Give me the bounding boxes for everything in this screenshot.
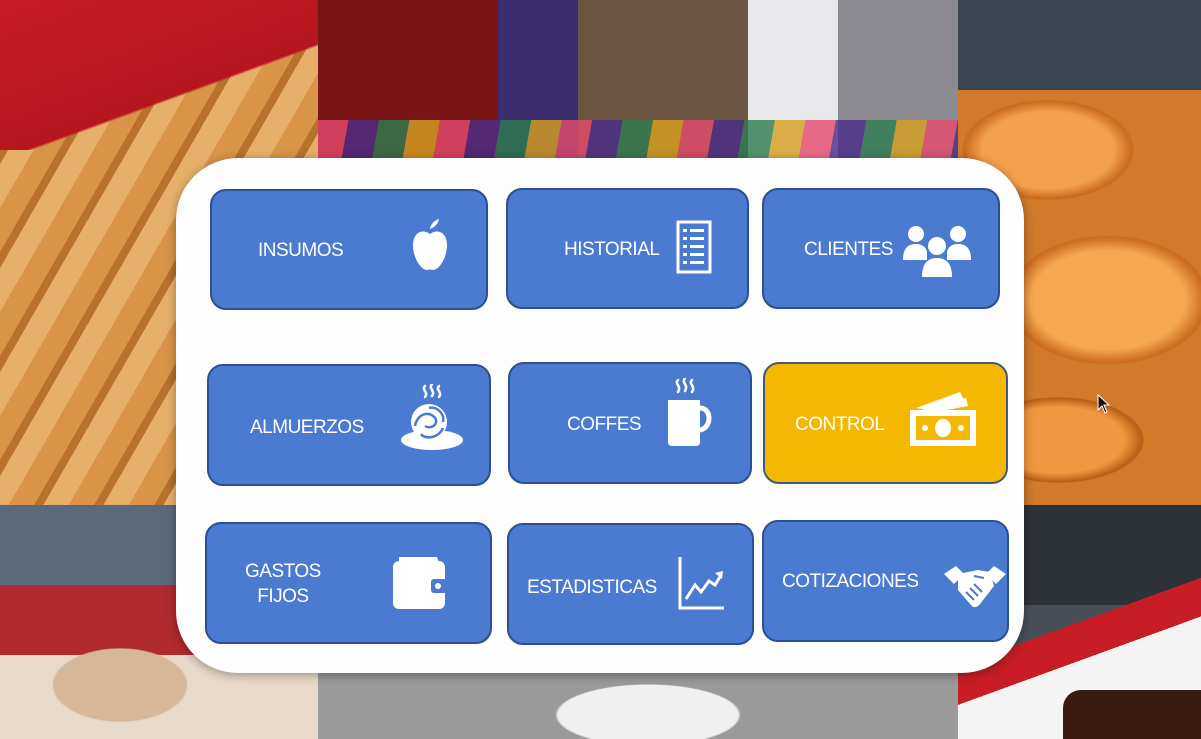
mouse-cursor-icon xyxy=(1097,393,1111,419)
insumos-label: INSUMOS xyxy=(258,240,344,261)
background-photo-tea-bags xyxy=(318,0,958,160)
main-menu-panel: INSUMOS HISTORIAL CLIENTES ALMUERZOS COF… xyxy=(176,158,1024,673)
list-document-icon xyxy=(676,220,712,274)
cotizaciones-button[interactable]: COTIZACIONES xyxy=(762,520,1009,642)
coffes-label: COFFES xyxy=(567,414,642,435)
historial-label: HISTORIAL xyxy=(564,239,660,260)
gastos-fijos-button[interactable]: GASTOS FIJOS xyxy=(205,522,492,644)
control-label: CONTROL xyxy=(795,414,885,435)
hot-mug-icon xyxy=(666,378,714,448)
gastos-fijos-label: GASTOS FIJOS xyxy=(245,561,321,607)
historial-button[interactable]: HISTORIAL xyxy=(506,188,749,309)
coffes-button[interactable]: COFFES xyxy=(508,362,752,484)
apple-icon xyxy=(412,218,448,272)
hot-food-plate-icon xyxy=(399,384,465,452)
handshake-icon xyxy=(944,564,1006,612)
wallet-icon xyxy=(391,553,449,611)
almuerzos-button[interactable]: ALMUERZOS xyxy=(207,364,491,486)
almuerzos-label: ALMUERZOS xyxy=(250,417,364,438)
people-group-icon xyxy=(902,222,972,278)
line-chart-icon xyxy=(677,555,725,611)
estadisticas-button[interactable]: ESTADISTICAS xyxy=(507,523,754,645)
clientes-button[interactable]: CLIENTES xyxy=(762,188,1000,309)
clientes-label: CLIENTES xyxy=(804,239,893,260)
estadisticas-label: ESTADISTICAS xyxy=(527,577,657,598)
insumos-button[interactable]: INSUMOS xyxy=(210,189,488,310)
money-cash-icon xyxy=(908,388,978,448)
cotizaciones-label: COTIZACIONES xyxy=(782,571,919,592)
control-button[interactable]: CONTROL xyxy=(763,362,1008,484)
